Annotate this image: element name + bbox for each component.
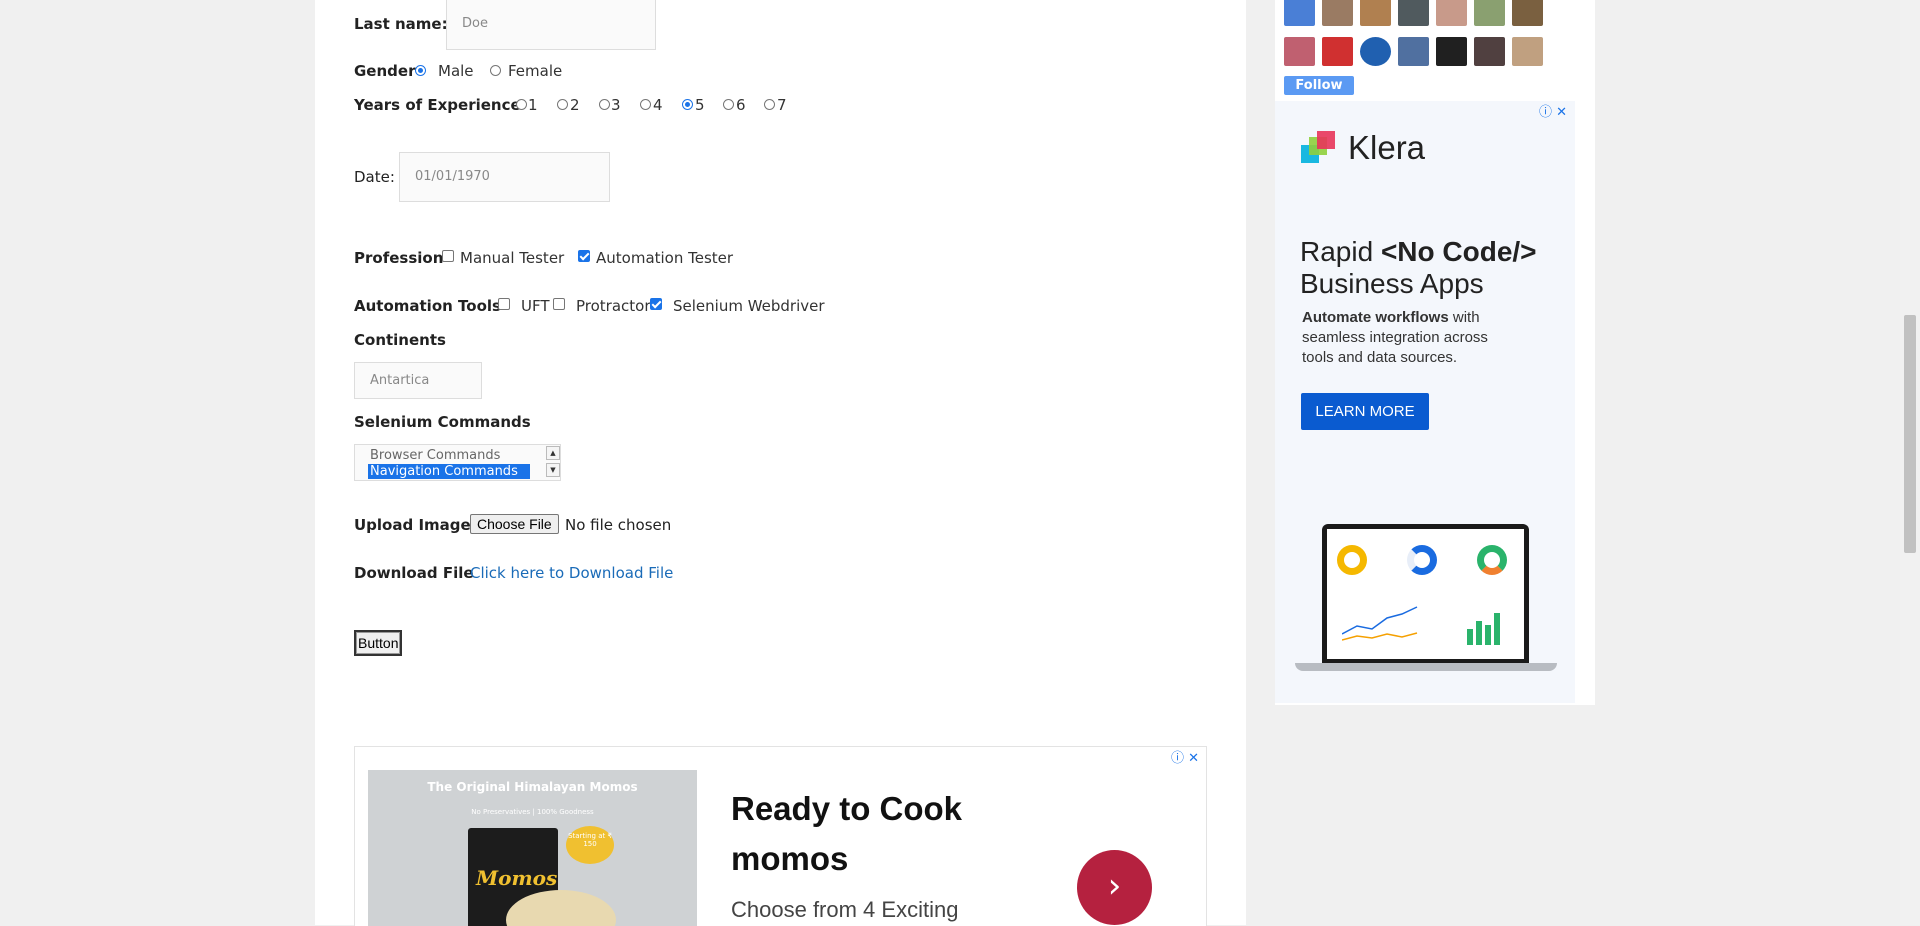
- ad-image-subtitle: No Preservatives | 100% Goodness: [471, 808, 594, 816]
- experience-3-label: 3: [611, 96, 621, 114]
- follower-avatar[interactable]: [1360, 37, 1391, 66]
- profession-label: Profession: [354, 249, 444, 267]
- laptop-illustration: [1322, 524, 1529, 664]
- download-file-label: Download File: [354, 564, 474, 582]
- scroll-down-icon[interactable]: ▼: [546, 463, 560, 477]
- choose-file-button[interactable]: Choose File: [470, 514, 559, 534]
- follow-button[interactable]: Follow: [1284, 76, 1354, 95]
- date-input[interactable]: 01/01/1970: [399, 152, 610, 202]
- scrollbar-thumb[interactable]: [1904, 315, 1916, 553]
- follower-avatar[interactable]: [1322, 0, 1353, 26]
- follower-avatar[interactable]: [1436, 37, 1467, 66]
- selenium-commands-label: Selenium Commands: [354, 413, 531, 431]
- learn-more-button[interactable]: LEARN MORE: [1301, 393, 1429, 430]
- follower-avatar[interactable]: [1398, 37, 1429, 66]
- experience-7-radio[interactable]: [764, 99, 775, 110]
- experience-2-radio[interactable]: [557, 99, 568, 110]
- experience-2-label: 2: [570, 96, 580, 114]
- follower-avatar[interactable]: [1474, 37, 1505, 66]
- experience-7-label: 7: [777, 96, 787, 114]
- generic-button[interactable]: Button: [354, 630, 403, 656]
- gender-label: Gender: [354, 62, 416, 80]
- klera-ad[interactable]: ⓘ ✕ Klera Rapid <No Code/> Business Apps…: [1275, 101, 1575, 703]
- experience-6-radio[interactable]: [723, 99, 734, 110]
- experience-1-radio[interactable]: [516, 99, 527, 110]
- gender-female-radio[interactable]: [490, 65, 501, 76]
- experience-label: Years of Experience: [354, 96, 521, 114]
- browser-commands-option[interactable]: Browser Commands: [355, 448, 560, 464]
- selenium-webdriver-label: Selenium Webdriver: [673, 297, 825, 315]
- follower-avatar[interactable]: [1512, 0, 1543, 26]
- selenium-webdriver-checkbox[interactable]: [650, 298, 662, 310]
- manual-tester-label: Manual Tester: [460, 249, 565, 267]
- follower-avatar[interactable]: [1322, 37, 1353, 66]
- bottom-ad[interactable]: ⓘ ✕ The Original Himalayan Momos No Pres…: [354, 746, 1207, 926]
- protractor-label: Protractor: [576, 297, 651, 315]
- continents-label: Continents: [354, 331, 446, 349]
- ad-info-icon[interactable]: ⓘ ✕: [1171, 747, 1199, 766]
- automation-tester-checkbox[interactable]: [578, 250, 590, 262]
- uft-checkbox[interactable]: [498, 298, 510, 310]
- follower-avatar[interactable]: [1284, 37, 1315, 66]
- protractor-checkbox[interactable]: [553, 298, 565, 310]
- main-content: Last name: Doe Gender Male Female Years …: [315, 0, 1246, 926]
- ad-image-brand: Momos: [476, 866, 558, 890]
- experience-5-radio[interactable]: [682, 99, 693, 110]
- laptop-base: [1295, 663, 1557, 671]
- ad-image-title: The Original Himalayan Momos: [427, 780, 638, 794]
- upload-image-label: Upload Image: [354, 516, 471, 534]
- ad-info-icon[interactable]: ⓘ ✕: [1539, 101, 1567, 120]
- gender-male-radio[interactable]: [415, 65, 426, 76]
- continents-select[interactable]: Antartica: [354, 362, 482, 399]
- manual-tester-checkbox[interactable]: [442, 250, 454, 262]
- gender-male-label: Male: [438, 62, 474, 80]
- experience-5-label: 5: [695, 96, 705, 114]
- date-label: Date:: [354, 168, 395, 186]
- klera-brand: Klera: [1348, 129, 1426, 166]
- download-file-link[interactable]: Click here to Download File: [470, 564, 673, 582]
- follower-avatar[interactable]: [1512, 37, 1543, 66]
- last-name-label: Last name:: [354, 15, 448, 33]
- selenium-commands-listbox[interactable]: Browser Commands Navigation Commands ▲ ▼: [354, 444, 561, 481]
- ad-headline[interactable]: Ready to Cook momos: [731, 784, 991, 884]
- automation-tester-label: Automation Tester: [596, 249, 734, 267]
- klera-logo-icon: [1301, 131, 1337, 167]
- follower-avatar[interactable]: [1360, 0, 1391, 26]
- ad-subtext: Choose from 4 Exciting: [731, 897, 959, 922]
- page-scrollbar[interactable]: [1900, 0, 1920, 925]
- scroll-up-icon[interactable]: ▲: [546, 446, 560, 460]
- gender-female-label: Female: [508, 62, 563, 80]
- experience-4-label: 4: [653, 96, 663, 114]
- experience-4-radio[interactable]: [640, 99, 651, 110]
- momos-ad-image[interactable]: The Original Himalayan Momos No Preserva…: [368, 770, 697, 926]
- chevron-right-icon[interactable]: ›: [1077, 850, 1152, 925]
- last-name-input[interactable]: Doe: [446, 0, 656, 50]
- price-badge: Starting at ₹ 150: [566, 826, 614, 864]
- follower-avatar[interactable]: [1474, 0, 1505, 26]
- follower-avatar[interactable]: [1284, 0, 1315, 26]
- experience-6-label: 6: [736, 96, 746, 114]
- klera-body: Automate workflows with seamless integra…: [1302, 309, 1488, 366]
- klera-headline: Rapid <No Code/> Business Apps: [1300, 236, 1537, 299]
- navigation-commands-option[interactable]: Navigation Commands: [355, 464, 560, 480]
- line-chart-icon: [1342, 606, 1418, 641]
- no-file-chosen-text: No file chosen: [565, 516, 672, 534]
- automation-tools-label: Automation Tools: [354, 297, 501, 315]
- sidebar: Follow ⓘ ✕ Klera Rapid <No Code/> Busine…: [1275, 0, 1595, 705]
- follower-avatar[interactable]: [1436, 0, 1467, 26]
- experience-1-label: 1: [528, 96, 538, 114]
- uft-label: UFT: [521, 297, 550, 315]
- experience-3-radio[interactable]: [599, 99, 610, 110]
- follower-avatar[interactable]: [1398, 0, 1429, 26]
